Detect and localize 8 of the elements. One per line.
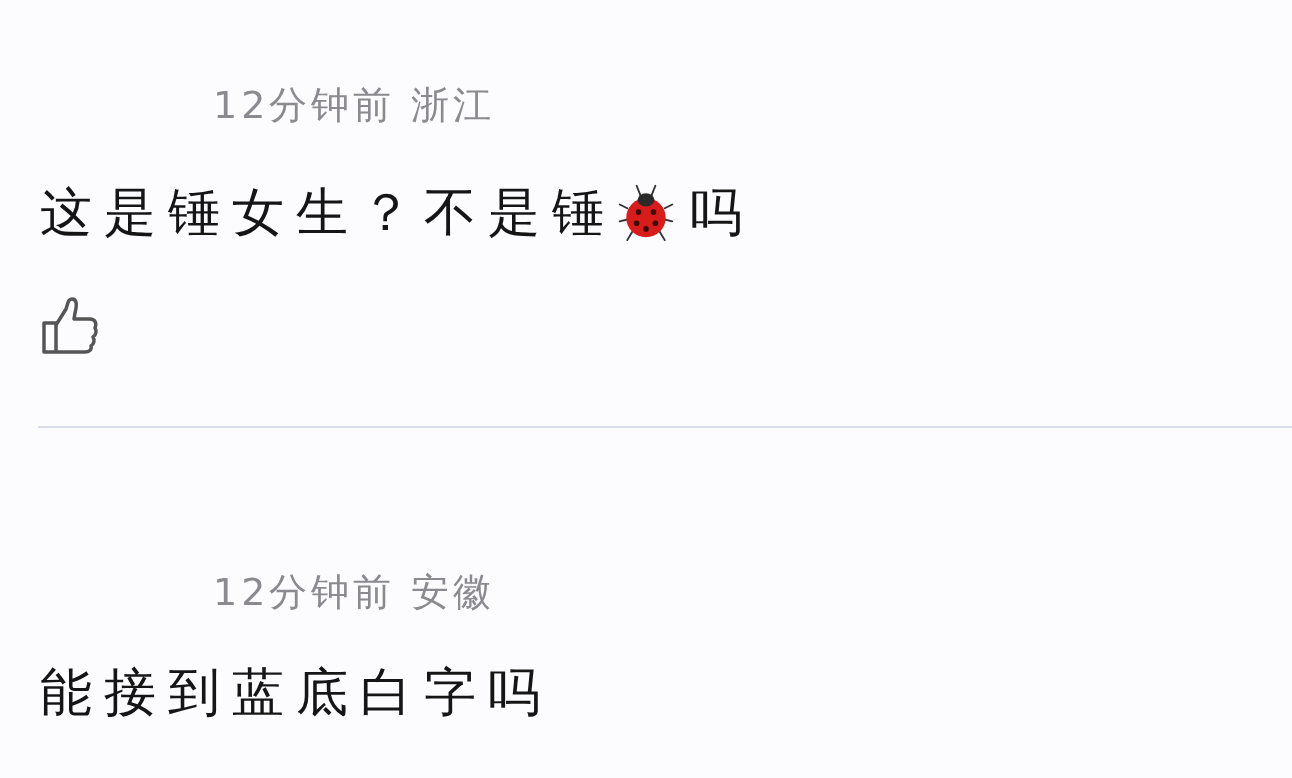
comment-meta: 12分钟前 安徽 [213,569,497,616]
comment-text: 能接到蓝底白字吗 [40,661,552,724]
comment-text: 吗 [690,181,754,244]
comment-meta: 12分钟前 浙江 [213,82,497,129]
ladybug-icon [616,182,676,242]
comment-text: 这是锤女生？不是锤 [40,181,616,244]
like-button[interactable] [40,295,100,355]
thumbs-up-icon [40,295,100,355]
